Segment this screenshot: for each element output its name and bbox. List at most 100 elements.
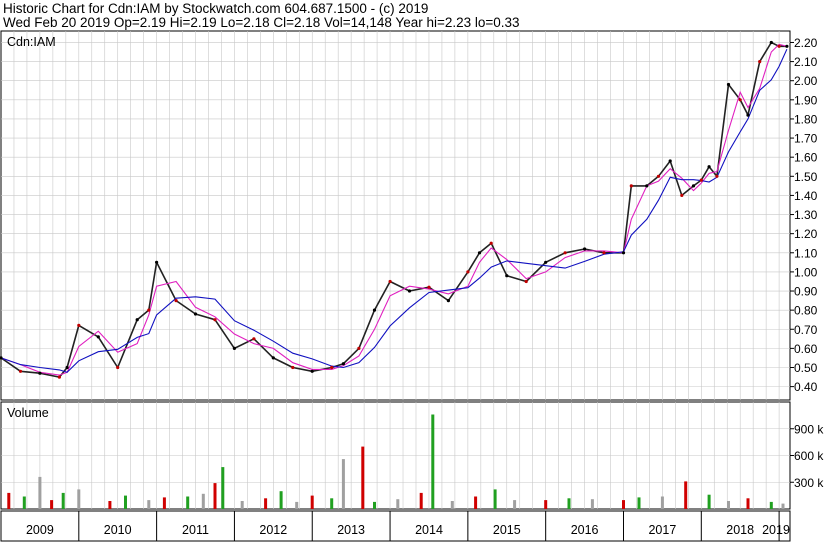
volume-bar: [373, 501, 376, 509]
volume-bar: [77, 489, 81, 509]
price-tick-label: 0.40: [794, 380, 818, 394]
price-point: [645, 184, 649, 188]
price-tick-label: 0.80: [794, 304, 818, 318]
x-axis-year-label: 2013: [337, 523, 365, 537]
volume-bar: [450, 501, 454, 509]
price-point: [252, 337, 256, 341]
x-axis-year-label: 2018: [726, 523, 754, 537]
volume-bar: [707, 494, 711, 509]
price-panel-title: Cdn:IAM: [7, 35, 56, 49]
volume-bar: [622, 500, 625, 509]
volume-bar: [493, 489, 497, 509]
volume-bar: [419, 492, 423, 509]
price-point: [738, 98, 742, 102]
volume-bar: [201, 493, 205, 509]
price-point: [357, 346, 361, 350]
volume-panel-title: Volume: [7, 406, 49, 420]
price-point: [505, 274, 509, 278]
x-axis-year-label: 2012: [259, 523, 287, 537]
price-tick-label: 1.10: [794, 246, 818, 260]
volume-bar: [50, 500, 54, 509]
x-axis-year-label: 2016: [571, 523, 599, 537]
volume-bar: [727, 501, 730, 509]
x-axis-year-label: 2017: [648, 523, 676, 537]
volume-bar: [124, 495, 127, 509]
price-point: [427, 285, 431, 289]
volume-bar: [341, 459, 345, 509]
price-point: [116, 365, 120, 370]
price-tick-label: 0.70: [794, 323, 818, 337]
volume-bar: [361, 446, 365, 509]
price-point: [310, 369, 314, 373]
price-point: [544, 260, 548, 264]
volume-bar: [660, 496, 664, 509]
volume-bar: [108, 501, 112, 509]
volume-bar: [295, 501, 299, 509]
volume-bar: [746, 498, 750, 509]
x-axis-year-label: 2019: [762, 523, 790, 537]
x-axis-year-label: 2010: [104, 523, 132, 537]
x-axis-year-label: 2014: [415, 523, 443, 537]
price-tick-label: 2.10: [794, 55, 818, 69]
price-point: [330, 365, 334, 370]
price-tick-label: 1.60: [794, 151, 818, 165]
price-point: [769, 40, 773, 45]
price-point: [407, 289, 412, 293]
volume-tick-label: 600 k: [794, 449, 824, 463]
price-point: [489, 241, 493, 245]
volume-bar: [330, 498, 334, 509]
volume-bar: [544, 500, 548, 509]
price-point: [38, 371, 42, 375]
price-point: [602, 251, 606, 255]
x-axis-year-label: 2009: [26, 523, 54, 537]
price-tick-label: 1.20: [794, 227, 818, 241]
price-point: [726, 82, 731, 87]
price-point: [291, 365, 295, 370]
volume-bar: [147, 500, 151, 509]
volume-bar: [567, 498, 571, 509]
volume-bar: [769, 501, 773, 509]
price-point: [668, 159, 672, 163]
price-point: [629, 184, 633, 188]
volume-bar: [637, 497, 641, 509]
volume-bar: [310, 495, 314, 509]
x-axis-year-label: 2011: [182, 523, 209, 537]
price-tick-label: 2.20: [794, 36, 818, 50]
volume-tick-label: 900 k: [794, 422, 824, 436]
volume-bar: [590, 499, 594, 509]
price-point: [680, 193, 684, 197]
price-point: [715, 174, 719, 178]
price-point: [18, 369, 23, 373]
price-tick-label: 1.50: [794, 170, 818, 184]
volume-bar: [22, 496, 26, 509]
price-point: [621, 251, 626, 255]
volume-bar: [221, 467, 225, 509]
price-tick-label: 1.40: [794, 189, 818, 203]
volume-bar: [186, 496, 190, 509]
price-point: [466, 270, 470, 274]
volume-tick-label: 300 k: [794, 476, 824, 490]
volume-bar: [213, 483, 217, 509]
price-point: [155, 260, 159, 264]
price-point: [707, 165, 711, 169]
price-point: [563, 251, 567, 255]
price-point: [758, 60, 762, 64]
price-point: [96, 335, 100, 339]
volume-bar: [474, 496, 478, 509]
price-point: [65, 365, 69, 370]
price-point: [271, 356, 275, 360]
volume-bar: [279, 491, 283, 509]
x-axis-year-label: 2015: [493, 523, 521, 537]
volume-bar: [781, 503, 785, 509]
volume-bar: [264, 498, 268, 509]
price-point: [341, 362, 345, 366]
price-volume-chart: 0.40 0.50 0.60 0.70 0.80 0.90 1.00 1.10 1.20 1.30…: [0, 30, 824, 542]
price-point: [388, 279, 392, 284]
price-tick-label: 1.80: [794, 112, 818, 126]
volume-bar: [513, 500, 517, 509]
volume-bar: [431, 414, 435, 509]
volume-bar: [396, 499, 400, 509]
price-point: [77, 323, 81, 327]
price-tick-label: 1.00: [794, 265, 818, 279]
price-point: [777, 44, 781, 48]
